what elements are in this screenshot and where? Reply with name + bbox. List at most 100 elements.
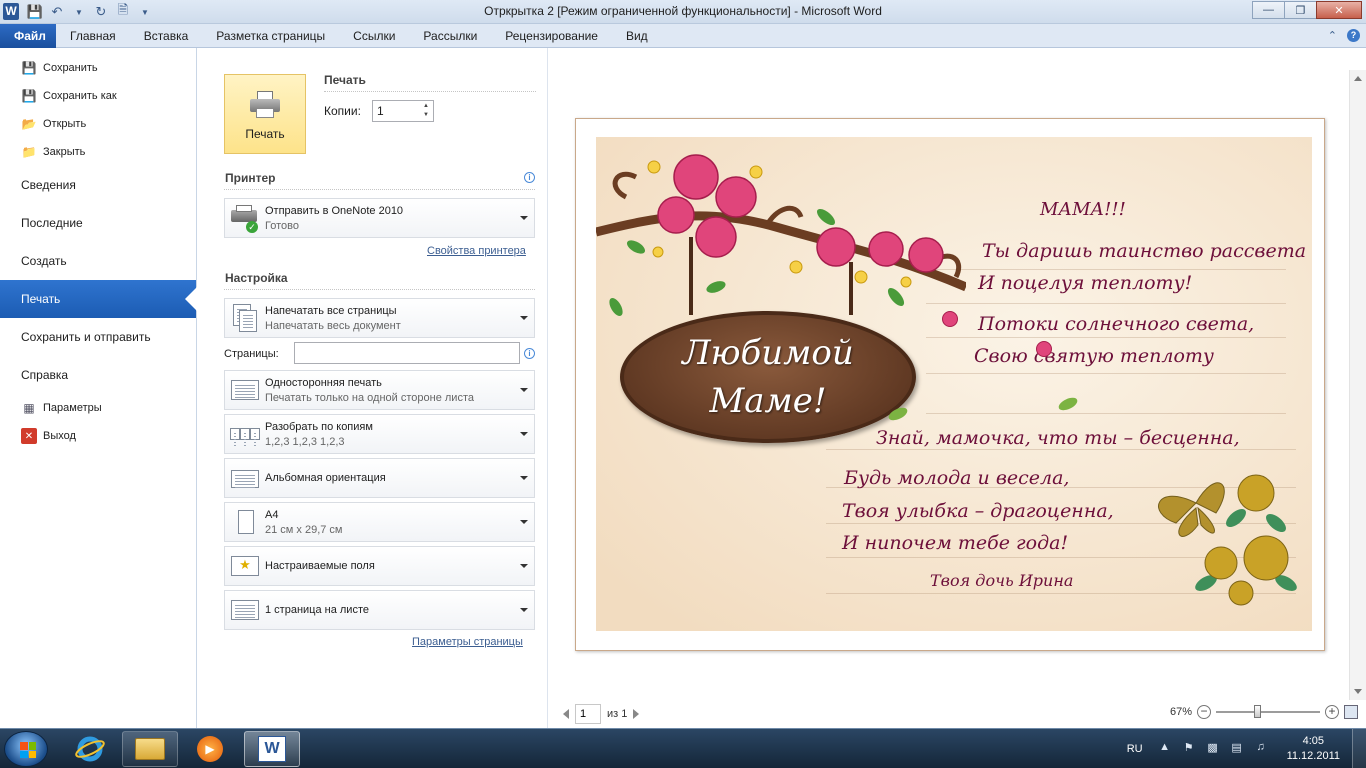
zoom-slider-thumb[interactable] [1254,705,1261,718]
nav-open[interactable]: 📂 Открыть [0,110,196,138]
scroll-up-icon [1354,76,1362,81]
devices-icon[interactable]: ▩ [1205,741,1221,757]
pages-info-icon[interactable]: i [524,348,535,359]
tab-home[interactable]: Главная [56,24,130,48]
print-preview: Любимой Маме! МАМА!!! Ты даришь таинство… [549,48,1366,728]
zoom-in-button[interactable]: + [1325,705,1339,719]
save-icon: 💾 [21,61,37,75]
current-page-input[interactable] [575,704,601,724]
print-button[interactable]: Печать [224,74,306,154]
folder-icon [135,738,165,760]
orientation-dropdown[interactable]: Альбомная ориентация [224,458,535,498]
minimize-button[interactable]: — [1252,1,1285,19]
network-icon[interactable]: ▤ [1229,741,1245,757]
poem-line-6: Знай, мамочка, что ты – бесценна, [876,427,1240,449]
sign-text-line2: Маме! [709,381,827,421]
pages-icon [229,302,261,334]
tab-view[interactable]: Вид [612,24,662,48]
ribbon-tabs: Файл Главная Вставка Разметка страницы С… [0,24,1366,48]
ready-check-icon: ✓ [246,221,258,233]
help-icon[interactable]: ? [1347,29,1360,42]
zoom-control: 67% − + [1170,705,1358,719]
poem-line-4: Потоки солнечного света, [978,313,1255,335]
taskbar-word[interactable]: W [244,731,300,767]
close-button[interactable]: ✕ [1316,1,1362,19]
language-indicator[interactable]: RU [1127,743,1143,755]
poem-line-7: Будь молода и весела, [844,467,1070,489]
show-desktop-button[interactable] [1352,729,1366,768]
rose-bud-decoration [942,311,958,327]
tab-page-layout[interactable]: Разметка страницы [202,24,339,48]
copies-label: Копии: [324,104,361,118]
preview-page: Любимой Маме! МАМА!!! Ты даришь таинство… [575,118,1325,651]
system-tray: RU ▲ ⚑ ▩ ▤ ♫ 4:05 11.12.2011 [1127,729,1366,768]
copies-stepper[interactable]: 1 ▲ ▼ [372,100,434,122]
volume-icon[interactable]: ♫ [1253,741,1269,757]
paper-size-dropdown[interactable]: A4 21 см x 29,7 см [224,502,535,542]
word-icon: W [258,736,286,762]
tab-references[interactable]: Ссылки [339,24,409,48]
start-button[interactable] [4,731,48,767]
zoom-slider[interactable] [1216,705,1320,718]
margins-icon: ★ [229,550,261,582]
divider [224,189,535,190]
print-range-dropdown[interactable]: Напечатать все страницы Напечатать весь … [224,298,535,338]
tab-mailings[interactable]: Рассылки [409,24,491,48]
zoom-to-page-icon[interactable] [1344,705,1358,719]
zoom-out-button[interactable]: − [1197,705,1211,719]
nav-print[interactable]: Печать [0,280,197,318]
nav-new[interactable]: Создать [0,242,196,280]
taskbar-explorer[interactable] [122,731,178,767]
collapse-ribbon-icon[interactable]: ⌃ [1328,29,1337,42]
media-play-icon: ▶ [197,736,223,762]
card-rule [926,373,1286,374]
clock[interactable]: 4:05 11.12.2011 [1287,734,1340,764]
poem-line-5: Свою святую теплоту [974,345,1214,367]
taskbar-ie[interactable] [62,731,118,767]
options-icon: ▦ [23,401,35,415]
divider [324,91,536,92]
next-page-icon[interactable] [633,709,640,719]
tab-file[interactable]: Файл [0,24,56,48]
collate-dropdown[interactable]: Разобрать по копиям 1,2,3 1,2,3 1,2,3 [224,414,535,454]
tab-insert[interactable]: Вставка [130,24,203,48]
nav-close[interactable]: 📁 Закрыть [0,138,196,166]
prev-page-icon[interactable] [563,709,569,719]
action-center-icon[interactable]: ⚑ [1181,741,1197,757]
copies-spin-buttons[interactable]: ▲ ▼ [420,102,432,120]
nav-save-send[interactable]: Сохранить и отправить [0,318,196,356]
pages-input[interactable] [294,342,520,364]
printer-status: Готово [265,219,299,232]
sign-text-line1: Любимой [682,333,854,373]
nav-recent[interactable]: Последние [0,204,196,242]
card-rule [926,337,1286,338]
printer-dropdown[interactable]: ✓ Отправить в OneNote 2010 Готово [224,198,535,238]
rose-branch-illustration [596,154,966,317]
nav-info[interactable]: Сведения [0,166,196,204]
printer-info-icon[interactable]: i [524,172,535,183]
zoom-level[interactable]: 67% [1170,706,1192,718]
nav-save-as[interactable]: 💾 Сохранить как [0,82,196,110]
taskbar-media-player[interactable]: ▶ [182,731,238,767]
nav-exit[interactable]: ✕ Выход [0,422,196,450]
sides-dropdown[interactable]: Односторонняя печать Печатать только на … [224,370,535,410]
windows-logo-icon [20,742,36,758]
nav-options[interactable]: ▦ Параметры [0,394,196,422]
page-navigator: из 1 [563,704,640,724]
copies-value: 1 [377,104,384,118]
tab-review[interactable]: Рецензирование [491,24,612,48]
show-hidden-icons-icon[interactable]: ▲ [1157,741,1173,757]
internet-explorer-icon [75,736,105,762]
paper-icon [229,506,261,538]
page-setup-link[interactable]: Параметры страницы [412,636,523,648]
nav-save[interactable]: 💾 Сохранить [0,54,196,82]
margins-dropdown[interactable]: ★ Настраиваемые поля [224,546,535,586]
window-controls: — ❐ ✕ [1252,1,1362,19]
chevron-down-icon [520,432,528,436]
nav-help[interactable]: Справка [0,356,196,394]
pages-per-sheet-dropdown[interactable]: 1 страница на листе [224,590,535,630]
greeting-card: Любимой Маме! МАМА!!! Ты даришь таинство… [596,137,1312,631]
preview-scrollbar[interactable] [1349,70,1366,700]
maximize-button[interactable]: ❐ [1284,1,1317,19]
printer-properties-link[interactable]: Свойства принтера [427,245,526,257]
